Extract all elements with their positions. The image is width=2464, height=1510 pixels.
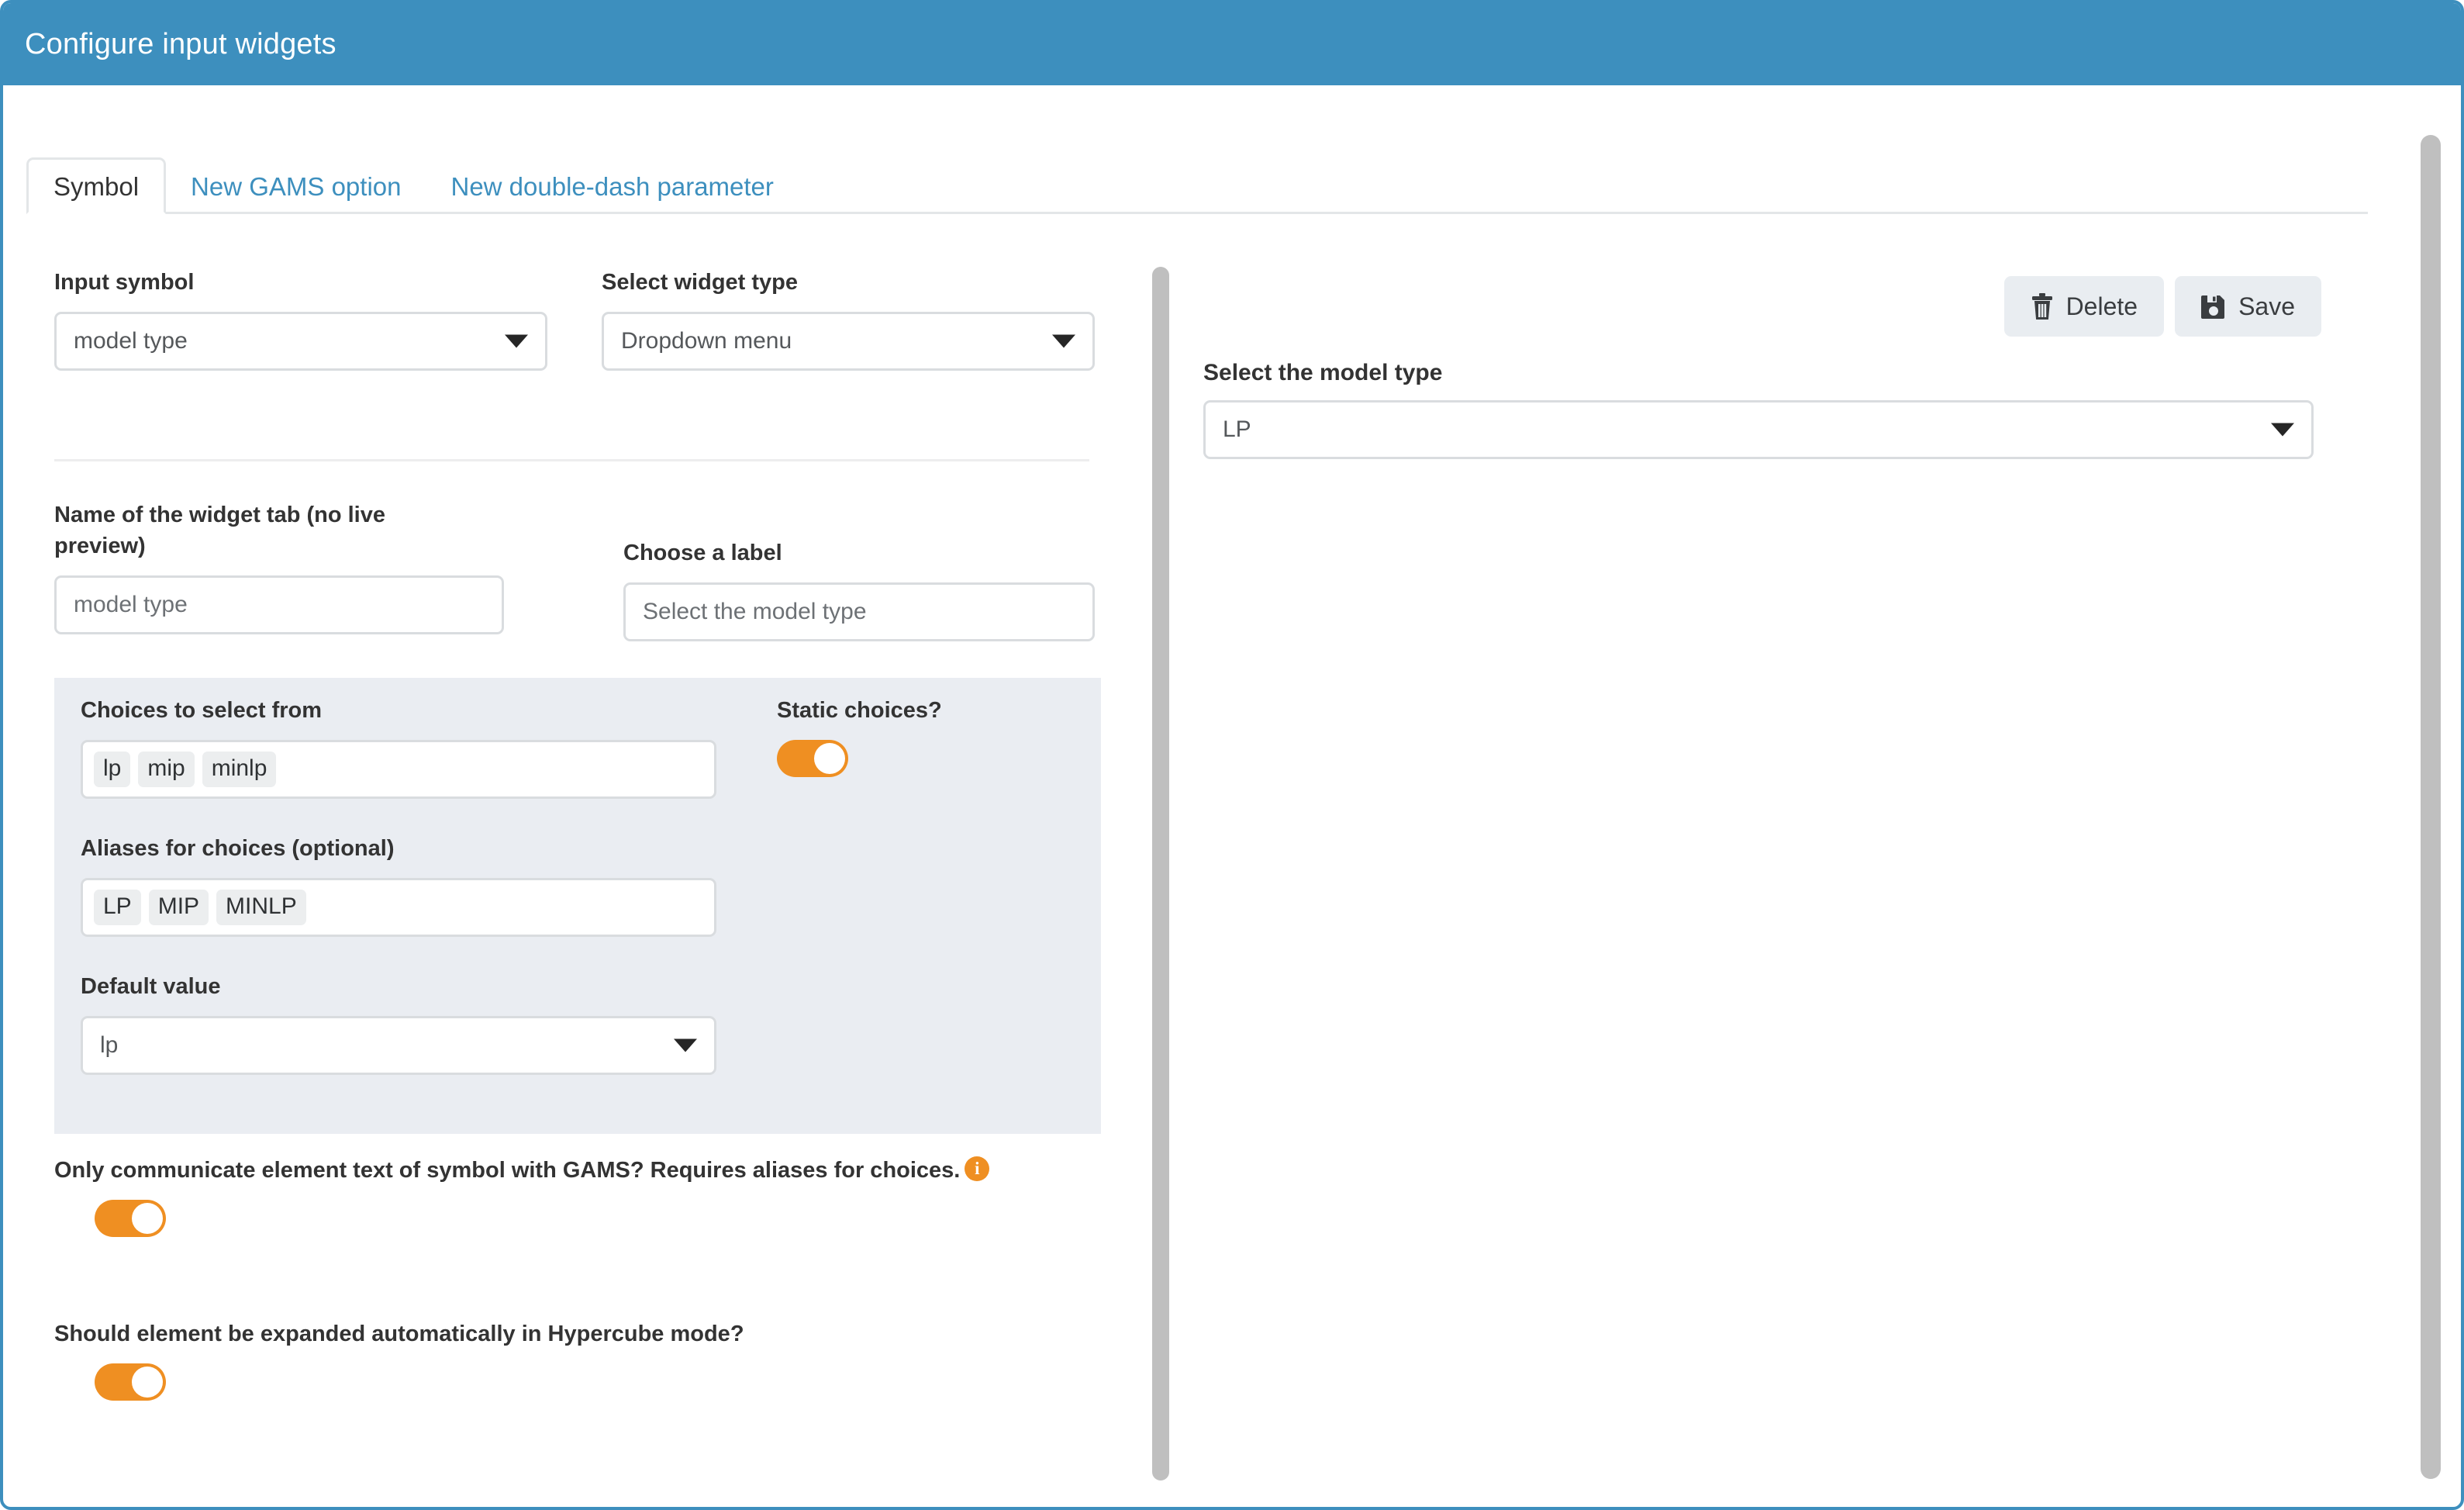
default-value-select[interactable]: lp [81,1016,716,1076]
choose-label-input[interactable]: Select the model type [623,582,1095,642]
input-symbol-label: Input symbol [54,270,195,295]
chevron-down-icon [2271,423,2294,437]
tab-bar: Symbol New GAMS option New double-dash p… [26,155,2368,214]
action-buttons: Delete Save [2003,276,2321,337]
static-choices-toggle[interactable] [777,740,848,778]
input-symbol-select[interactable]: model type [54,312,547,371]
delete-button[interactable]: Delete [2003,276,2165,337]
element-text-only-field: Only communicate element text of symbol … [54,1155,1062,1238]
default-value-value: lp [100,1032,119,1059]
alias-chip[interactable]: MIP [148,890,209,926]
widget-tab-name-input[interactable]: model type [54,575,504,635]
widget-type-label: Select widget type [602,270,799,295]
preview-model-type-value: LP [1223,416,1251,442]
choice-chip[interactable]: mip [138,752,195,788]
widget-configuration-pane: Input symbol model type Select widget ty… [3,236,1104,1500]
page-scrollbar-thumb[interactable] [2421,135,2441,1479]
tab-new-gams-option[interactable]: New GAMS option [166,160,426,212]
widget-tab-name-field: Name of the widget tab (no live preview)… [54,499,504,635]
choose-label-label: Choose a label [623,541,782,565]
save-button-label: Save [2238,292,2295,320]
toggle-knob [132,1367,163,1398]
chevron-down-icon [674,1038,697,1052]
section-divider [54,459,1089,461]
choice-chip[interactable]: lp [94,752,131,788]
input-symbol-value: model type [74,328,188,354]
static-choices-label: Static choices? [777,698,942,723]
chevron-down-icon [1052,334,1075,348]
aliases-field: Aliases for choices (optional) LP MIP MI… [81,833,716,938]
widget-tab-name-value: model type [74,592,188,618]
toggle-knob [132,1203,163,1235]
delete-button-label: Delete [2065,292,2138,320]
tab-symbol[interactable]: Symbol [26,157,167,214]
info-icon[interactable]: i [965,1156,990,1181]
default-value-label: Default value [81,974,221,1000]
element-text-only-label: Only communicate element text of symbol … [54,1158,961,1183]
default-value-field: Default value lp [81,971,716,1076]
alias-chip[interactable]: MINLP [216,890,306,926]
widget-tab-name-label: Name of the widget tab (no live preview) [54,503,385,559]
hypercube-expand-label: Should element be expanded automatically… [54,1322,744,1346]
choice-chip[interactable]: minlp [202,752,277,788]
input-symbol-field: Input symbol model type [54,267,547,371]
widget-preview-pane: Delete Save Select the model type LP [1166,236,2407,1500]
hypercube-expand-field: Should element be expanded automatically… [54,1318,1062,1401]
static-choices-field: Static choices? [716,695,1011,799]
hypercube-expand-toggle[interactable] [95,1363,166,1401]
tab-new-double-dash-parameter[interactable]: New double-dash parameter [426,160,799,212]
choose-label-value: Select the model type [643,599,867,625]
aliases-label: Aliases for choices (optional) [81,836,395,862]
configure-input-widgets-dialog: Configure input widgets Symbol New GAMS … [0,0,2464,1510]
choose-label-field: Choose a label Select the model type [623,537,1095,642]
preview-model-type-select[interactable]: LP [1203,400,2314,459]
page-title: Configure input widgets [25,27,336,60]
alias-chip[interactable]: LP [94,890,141,926]
trash-icon [2031,293,2054,320]
preview-dropdown: LP [1203,400,2314,459]
dialog-titlebar: Configure input widgets [3,3,2461,85]
widget-type-select[interactable]: Dropdown menu [602,312,1095,371]
toggle-knob [814,743,845,775]
aliases-input[interactable]: LP MIP MINLP [81,878,716,938]
choices-input[interactable]: lp mip minlp [81,740,716,800]
choices-panel: Choices to select from lp mip minlp Stat… [54,678,1101,1134]
element-text-only-toggle[interactable] [95,1200,166,1238]
save-button[interactable]: Save [2175,276,2321,337]
widget-type-field: Select widget type Dropdown menu [602,267,1095,371]
choices-field: Choices to select from lp mip minlp [81,695,716,800]
preview-field-label: Select the model type [1203,360,1443,385]
widget-type-value: Dropdown menu [621,328,792,354]
chevron-down-icon [505,334,528,348]
floppy-disk-icon [2201,294,2226,319]
choices-label: Choices to select from [81,698,323,723]
